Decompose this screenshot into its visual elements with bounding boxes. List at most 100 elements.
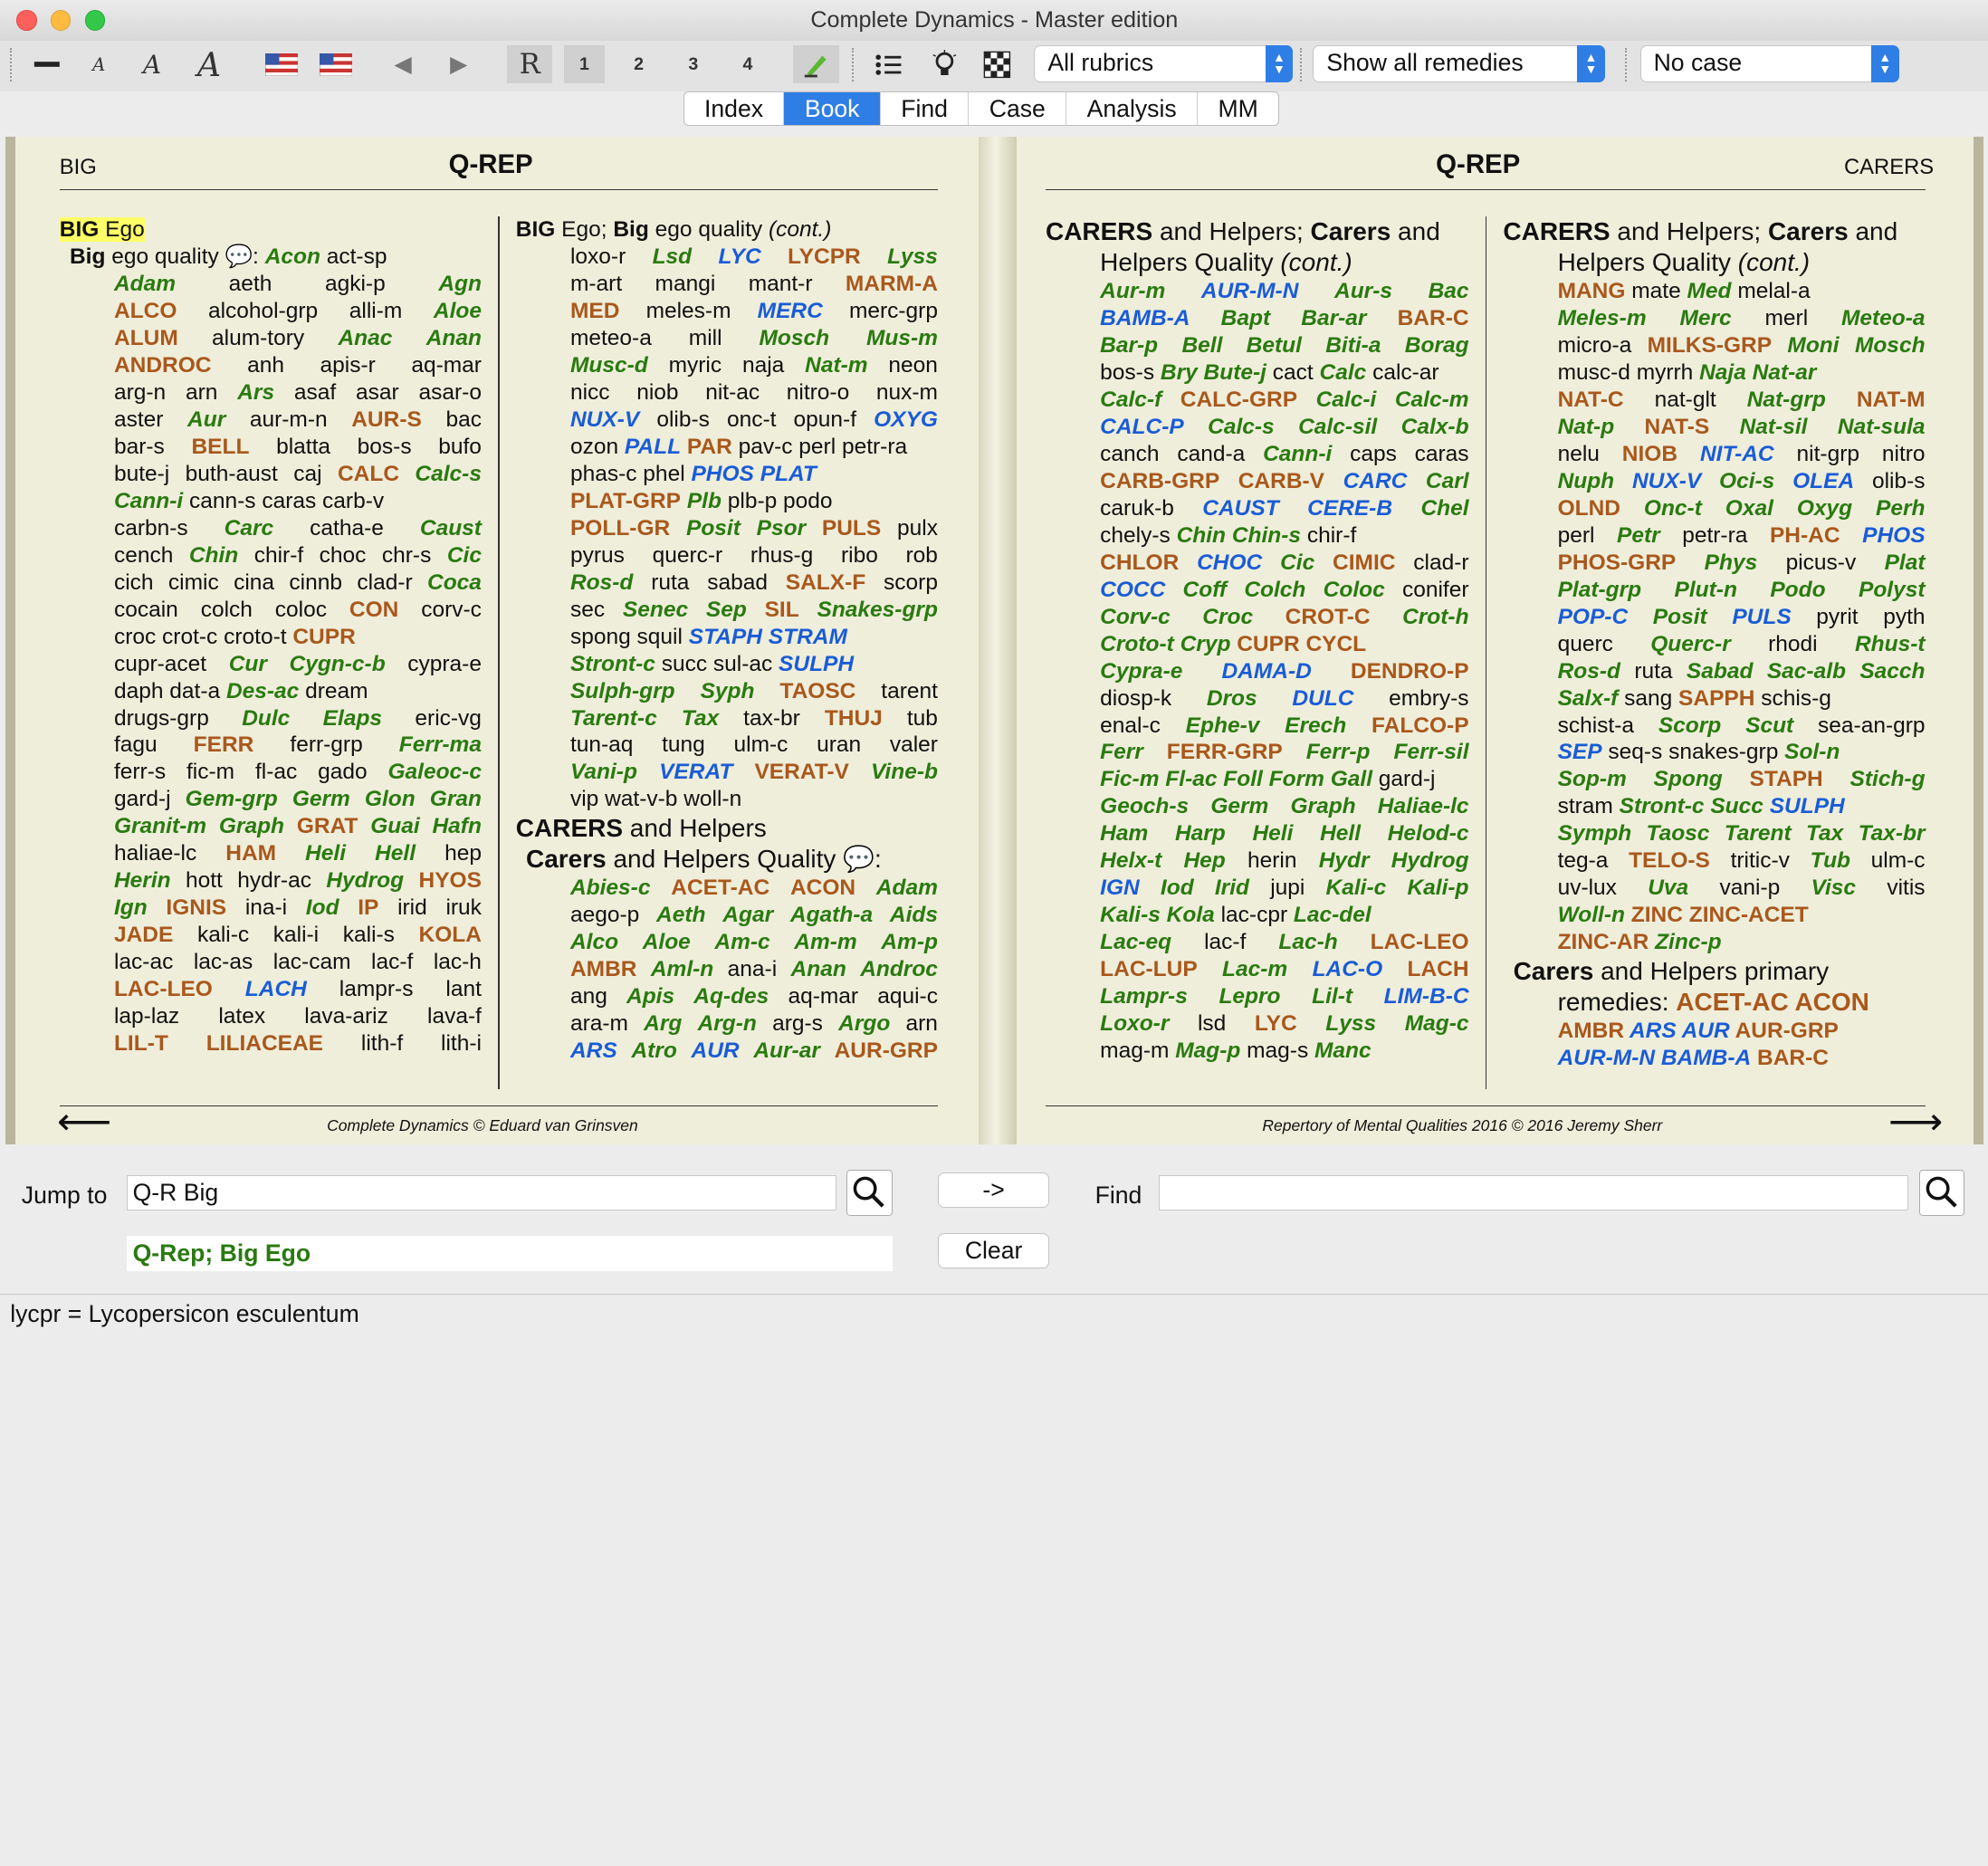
remedy-abbrev[interactable]: CHOC	[1197, 550, 1262, 577]
font-small-button[interactable]: A	[81, 45, 117, 83]
remedy-abbrev[interactable]: Woll-n	[1558, 903, 1625, 927]
remedy-abbrev[interactable]: AUR-M-N	[1201, 278, 1299, 305]
remedy-abbrev[interactable]: FERR-GRP	[1167, 739, 1283, 766]
remedy-abbrev[interactable]: Guai	[370, 813, 419, 840]
remedy-abbrev[interactable]: Oxyg	[1797, 495, 1852, 522]
remedy-abbrev[interactable]: Helod-c	[1388, 820, 1469, 847]
remedy-abbrev[interactable]: Ign	[114, 895, 148, 922]
remedy-abbrev[interactable]: LACH	[245, 976, 307, 1003]
remedy-abbrev[interactable]: Androc	[860, 956, 938, 983]
remedy-abbrev[interactable]: Crot-h	[1402, 604, 1468, 631]
remedy-abbrev[interactable]: Tax	[1806, 820, 1843, 847]
remedy-abbrev[interactable]: CARB-GRP	[1100, 468, 1219, 495]
remedy-abbrev[interactable]: Plat	[1885, 550, 1926, 577]
remedy-abbrev[interactable]: Onc-t	[1644, 495, 1702, 522]
grade-4-button[interactable]: 4	[728, 45, 769, 83]
remedy-abbrev[interactable]: Loxo-r	[1100, 1010, 1169, 1038]
remedy-abbrev[interactable]: DAMA-D	[1221, 658, 1311, 685]
remedy-abbrev[interactable]: Carc	[225, 515, 273, 542]
remedy-abbrev[interactable]: Heli	[305, 840, 346, 867]
remedy-abbrev[interactable]: TAOSC	[779, 678, 855, 705]
remedy-abbrev[interactable]: Sep	[706, 597, 747, 624]
remedy-abbrev[interactable]: SAPPH	[1678, 686, 1754, 711]
remedy-abbrev[interactable]: Am-c	[714, 929, 769, 956]
remedy-abbrev[interactable]: Nat-sil	[1740, 414, 1808, 441]
remedy-abbrev[interactable]: Irid	[1215, 875, 1249, 902]
remedy-abbrev[interactable]: Coloc	[1324, 577, 1385, 604]
remedy-abbrev[interactable]: POP-C	[1558, 604, 1629, 631]
remedy-abbrev[interactable]: Calc-s	[1208, 414, 1275, 441]
remedy-abbrev[interactable]: PHOS PLAT	[691, 462, 816, 486]
remedy-abbrev[interactable]: Hell	[375, 840, 416, 867]
remedy-abbrev[interactable]: Chin Chin-s	[1177, 523, 1301, 548]
remedy-abbrev[interactable]: ARS	[570, 1038, 617, 1065]
remedy-abbrev[interactable]: Croc	[1202, 604, 1253, 631]
remedy-abbrev[interactable]: AMBR	[1558, 1019, 1625, 1043]
remedy-abbrev[interactable]: BAR-C	[1751, 1046, 1829, 1070]
remedy-abbrev[interactable]: Herin	[114, 867, 171, 895]
remedy-abbrev[interactable]: Hep	[1183, 847, 1225, 875]
remedy-abbrev[interactable]: CALC-P	[1100, 414, 1184, 441]
remedy-abbrev[interactable]: Kali-p	[1407, 875, 1468, 902]
remedy-abbrev[interactable]: CUPR CYCL	[1230, 632, 1366, 656]
remedy-abbrev[interactable]: LIM-B-C	[1384, 983, 1469, 1010]
remedy-abbrev[interactable]: ACET-AC	[671, 875, 769, 902]
remedy-abbrev[interactable]: Hell	[1320, 820, 1361, 847]
remedy-abbrev[interactable]: MILKS-GRP	[1648, 332, 1772, 359]
remedy-abbrev[interactable]: Heli	[1252, 820, 1293, 847]
remedy-abbrev[interactable]: Kali-s Kola	[1100, 903, 1215, 927]
remedy-abbrev[interactable]: Iod	[306, 895, 339, 922]
remedy-abbrev[interactable]: Oxal	[1725, 495, 1773, 522]
remedy-abbrev[interactable]: Arg-n	[698, 1010, 757, 1038]
remedy-abbrev[interactable]: Tax-br	[1859, 820, 1926, 847]
remedy-abbrev[interactable]: ACET-AC ACON	[1676, 988, 1869, 1016]
remedy-abbrev[interactable]: Sabad	[1687, 658, 1754, 685]
remedy-abbrev[interactable]: SULPH	[779, 652, 854, 676]
remedy-abbrev[interactable]: Petr	[1617, 522, 1660, 550]
remedy-abbrev[interactable]: Argo	[838, 1010, 890, 1038]
remedy-abbrev[interactable]: Psor	[757, 515, 806, 542]
remedy-abbrev[interactable]: Germ	[292, 786, 350, 813]
remedy-abbrev[interactable]: CALC	[338, 461, 399, 488]
remedy-abbrev[interactable]: CHLOR	[1100, 550, 1179, 577]
remedy-abbrev[interactable]: Podo	[1770, 577, 1825, 604]
remedy-abbrev[interactable]: Anan	[791, 956, 846, 983]
remedy-abbrev[interactable]: Salx-f	[1558, 686, 1619, 711]
remedy-abbrev[interactable]: Musc-d	[570, 352, 648, 379]
highlighter-icon[interactable]	[793, 45, 839, 84]
remedy-abbrev[interactable]: NIT-AC	[1700, 441, 1774, 468]
remedy-abbrev[interactable]: CARB-V	[1238, 468, 1324, 495]
remedy-abbrev[interactable]: LYC	[1255, 1010, 1297, 1038]
remedy-abbrev[interactable]: Plb	[681, 489, 722, 513]
remedy-abbrev[interactable]: OXYG	[874, 407, 938, 434]
remedy-abbrev[interactable]: OLND	[1558, 495, 1620, 522]
remedy-abbrev[interactable]: Agar	[722, 902, 773, 929]
remedy-abbrev[interactable]: Coca	[427, 569, 482, 597]
flag-us-icon[interactable]	[263, 45, 301, 83]
tab-book[interactable]: Book	[784, 91, 881, 125]
remedy-abbrev[interactable]: AMBR	[570, 956, 637, 983]
remedy-abbrev[interactable]: Hafn	[432, 813, 481, 840]
remedy-abbrev[interactable]: Agath-a	[790, 902, 873, 929]
remedy-abbrev[interactable]: Hydr	[1319, 847, 1370, 875]
remedy-abbrev[interactable]: PHOS	[1862, 522, 1925, 550]
remedy-abbrev[interactable]: AUR-GRP	[1730, 1019, 1839, 1043]
remedy-abbrev[interactable]: Meteo-a	[1841, 305, 1926, 332]
remedy-abbrev[interactable]: Agn	[438, 271, 482, 298]
remedy-abbrev[interactable]: FALCO-P	[1372, 713, 1469, 740]
remedy-abbrev[interactable]: Sacch	[1859, 658, 1925, 685]
remedy-abbrev[interactable]: ANDROC	[114, 352, 212, 379]
remedy-abbrev[interactable]: Mag-p	[1175, 1038, 1240, 1063]
remedy-abbrev[interactable]: Spong	[1654, 766, 1723, 793]
remedy-abbrev[interactable]: Lepro	[1219, 983, 1280, 1010]
remedy-abbrev[interactable]: Bac	[1429, 278, 1469, 305]
remedy-abbrev[interactable]: LAC-LEO	[114, 976, 213, 1003]
remedy-abbrev[interactable]: IP	[358, 895, 378, 922]
remedy-abbrev[interactable]: AUR-M-N BAMB-A	[1558, 1046, 1752, 1070]
remedy-abbrev[interactable]: Hydrog	[1391, 847, 1469, 875]
remedy-abbrev[interactable]: Colch	[1244, 577, 1305, 604]
remedy-abbrev[interactable]: LAC-O	[1313, 956, 1383, 983]
remedy-abbrev[interactable]: Ferr-p	[1306, 739, 1371, 766]
remedy-abbrev[interactable]: PULS	[1732, 604, 1791, 631]
remedy-abbrev[interactable]: JADE	[114, 922, 173, 949]
